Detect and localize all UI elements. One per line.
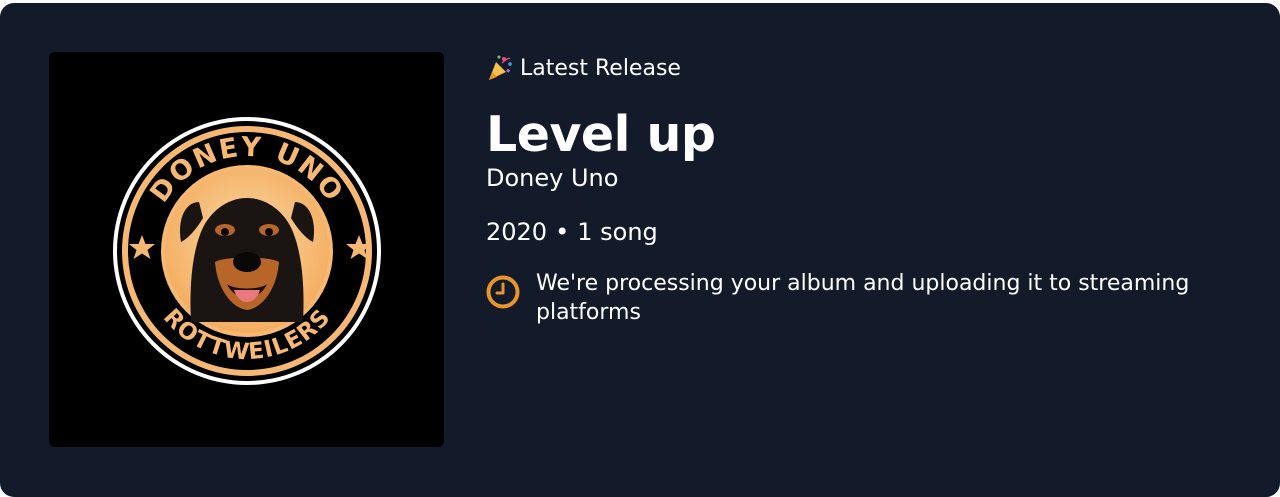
eyebrow-label: Latest Release	[520, 55, 681, 81]
processing-status: We're processing your album and uploadin…	[486, 269, 1246, 327]
rottweiler-icon	[179, 198, 315, 322]
song-count: 1 song	[577, 218, 658, 246]
release-card: DONEY UNO ROTTWEILERS Latest Release Lev…	[0, 3, 1280, 497]
status-message: We're processing your album and uploadin…	[536, 271, 1190, 325]
artist-name[interactable]: Doney Uno	[486, 163, 1246, 193]
album-cover[interactable]: DONEY UNO ROTTWEILERS	[49, 52, 444, 447]
release-year: 2020	[486, 218, 548, 246]
release-eyebrow: Latest Release	[486, 51, 1246, 85]
party-popper-icon	[489, 55, 512, 80]
meta-separator: •	[555, 218, 570, 246]
album-cover-art: DONEY UNO ROTTWEILERS	[113, 117, 381, 385]
release-meta: 2020 • 1 song	[486, 217, 1246, 247]
clock-icon	[486, 275, 520, 309]
release-title: Level up	[486, 106, 716, 163]
release-info: Latest Release Level up Doney Uno 2020 •…	[486, 51, 1246, 327]
